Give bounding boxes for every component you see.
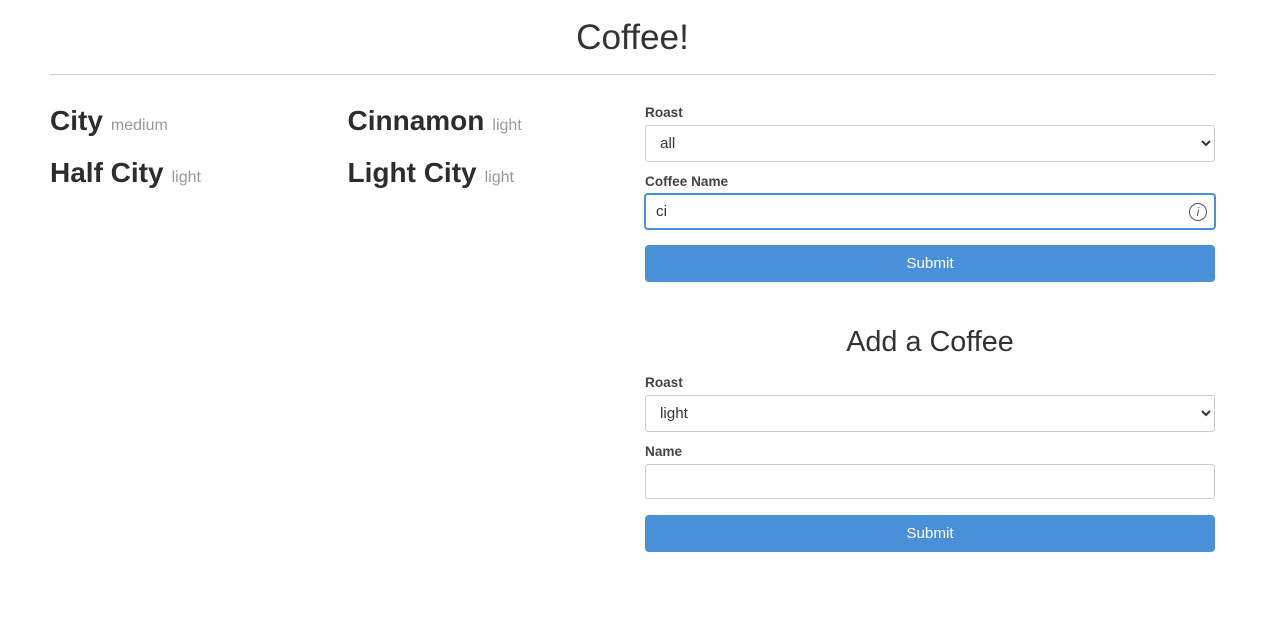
search-submit-button[interactable]: Submit (645, 245, 1215, 282)
add-roast-group: Roast lightmediumdark (645, 375, 1215, 432)
right-panel: Roast alllightmediumdark Coffee Name i S… (645, 105, 1215, 552)
list-item: Cinnamon light (348, 105, 606, 137)
list-item: Light City light (348, 157, 606, 189)
add-name-group: Name (645, 444, 1215, 499)
search-roast-select[interactable]: alllightmediumdark (645, 125, 1215, 162)
search-roast-label: Roast (645, 105, 1215, 120)
add-coffee-title: Add a Coffee (645, 326, 1215, 359)
search-name-input[interactable] (645, 194, 1215, 229)
add-roast-label: Roast (645, 375, 1215, 390)
search-name-wrapper: i (645, 194, 1215, 229)
coffee-name: Half City (50, 157, 164, 189)
coffee-list: City medium Cinnamon light Half City lig… (50, 105, 605, 552)
add-coffee-section: Add a Coffee Roast lightmediumdark Name … (645, 326, 1215, 552)
coffee-roast: light (485, 169, 514, 187)
coffee-roast: light (492, 117, 521, 135)
coffee-roast: light (172, 169, 201, 187)
search-roast-group: Roast alllightmediumdark (645, 105, 1215, 162)
coffee-name: Light City (348, 157, 477, 189)
coffee-roast: medium (111, 117, 168, 135)
coffee-name: Cinnamon (348, 105, 485, 137)
page-title: Coffee! (0, 0, 1265, 74)
list-item: City medium (50, 105, 308, 137)
add-submit-button[interactable]: Submit (645, 515, 1215, 552)
search-name-label: Coffee Name (645, 174, 1215, 189)
info-icon: i (1189, 203, 1207, 221)
list-item: Half City light (50, 157, 308, 189)
add-roast-select[interactable]: lightmediumdark (645, 395, 1215, 432)
add-name-input[interactable] (645, 464, 1215, 499)
search-section: Roast alllightmediumdark Coffee Name i S… (645, 105, 1215, 282)
coffee-name: City (50, 105, 103, 137)
search-name-group: Coffee Name i (645, 174, 1215, 229)
main-layout: City medium Cinnamon light Half City lig… (0, 75, 1265, 572)
add-name-label: Name (645, 444, 1215, 459)
